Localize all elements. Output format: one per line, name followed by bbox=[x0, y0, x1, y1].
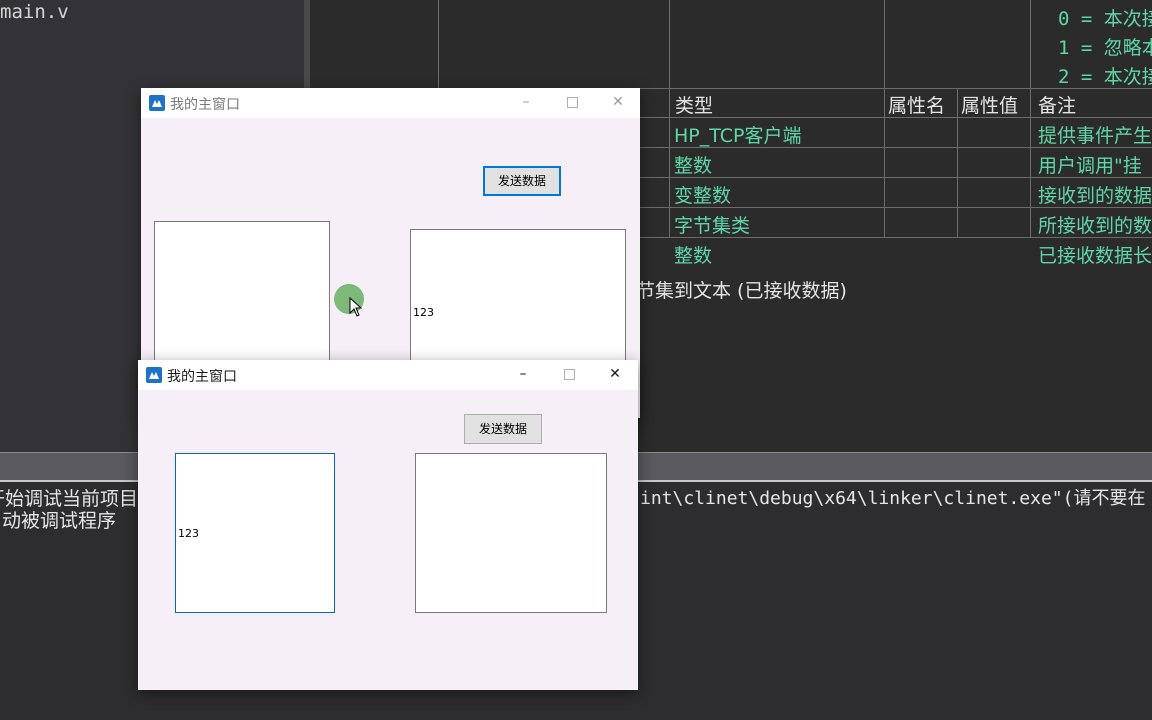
remark-line: 2 = 本次接 bbox=[1058, 66, 1152, 88]
row-remark[interactable]: 接收到的数据 bbox=[1038, 181, 1152, 208]
maximize-button[interactable] bbox=[546, 360, 592, 390]
row-type[interactable]: 字节集类 bbox=[674, 211, 750, 238]
remark-line: 0 = 本次接 bbox=[1058, 8, 1152, 30]
grid-line bbox=[669, 0, 670, 238]
remark-line: 1 = 忽略本 bbox=[1058, 37, 1152, 59]
input-text: 123 bbox=[178, 527, 199, 540]
col-header-remark: 备注 bbox=[1038, 95, 1077, 117]
row-remark[interactable]: 所接收到的数 bbox=[1038, 211, 1152, 238]
grid-line bbox=[884, 0, 885, 238]
app-icon bbox=[146, 367, 162, 383]
close-button[interactable]: ✕ bbox=[592, 360, 638, 390]
col-header-prop-value: 属性值 bbox=[961, 95, 1019, 117]
close-button[interactable]: ✕ bbox=[595, 88, 641, 118]
row-remark[interactable]: 用户调用"挂 bbox=[1038, 151, 1142, 178]
row-remark[interactable]: 已接收数据长 bbox=[1038, 241, 1152, 268]
app-icon bbox=[149, 95, 165, 111]
window-title: 我的主窗口 bbox=[167, 369, 237, 385]
col-header-prop-name: 属性名 bbox=[888, 95, 946, 117]
main-window-front[interactable]: 我的主窗口 – ✕ 发送数据 123 bbox=[138, 360, 638, 690]
window-title: 我的主窗口 bbox=[170, 97, 240, 113]
row-type[interactable]: 整数 bbox=[674, 151, 712, 178]
mouse-cursor-icon bbox=[349, 297, 363, 317]
minimize-button[interactable]: – bbox=[500, 360, 546, 390]
col-header-type: 类型 bbox=[675, 95, 714, 117]
grid-line bbox=[957, 88, 958, 238]
output-line: 动被调试程序 bbox=[2, 510, 117, 532]
maximize-icon bbox=[566, 96, 578, 108]
maximize-button[interactable] bbox=[549, 88, 595, 118]
maximize-icon bbox=[563, 368, 575, 380]
row-type[interactable]: 整数 bbox=[674, 241, 712, 268]
row-type[interactable]: 变整数 bbox=[674, 181, 731, 208]
left-text-box[interactable]: 123 bbox=[175, 453, 335, 613]
title-bar[interactable]: 我的主窗口 – ✕ bbox=[138, 360, 638, 390]
output-path: int\clinet\debug\x64\linker\clinet.exe"(… bbox=[640, 488, 1146, 509]
send-data-button[interactable]: 发送数据 bbox=[464, 414, 542, 444]
row-remark[interactable]: 提供事件产生 bbox=[1038, 121, 1152, 148]
title-bar[interactable]: 我的主窗口 – ✕ bbox=[141, 88, 640, 118]
file-label[interactable]: main.v bbox=[0, 1, 69, 23]
row-type[interactable]: HP_TCP客户端 bbox=[674, 121, 801, 148]
left-text-box[interactable] bbox=[154, 221, 330, 371]
code-line[interactable]: 节集到文本 (已接收数据) bbox=[636, 276, 847, 303]
received-text: 123 bbox=[413, 306, 434, 319]
right-text-box[interactable] bbox=[415, 453, 607, 613]
send-data-button[interactable]: 发送数据 bbox=[483, 166, 561, 196]
right-text-box[interactable]: 123 bbox=[410, 229, 626, 379]
grid-line bbox=[1030, 0, 1031, 238]
grid-line bbox=[438, 0, 439, 88]
minimize-button[interactable]: – bbox=[503, 88, 549, 118]
